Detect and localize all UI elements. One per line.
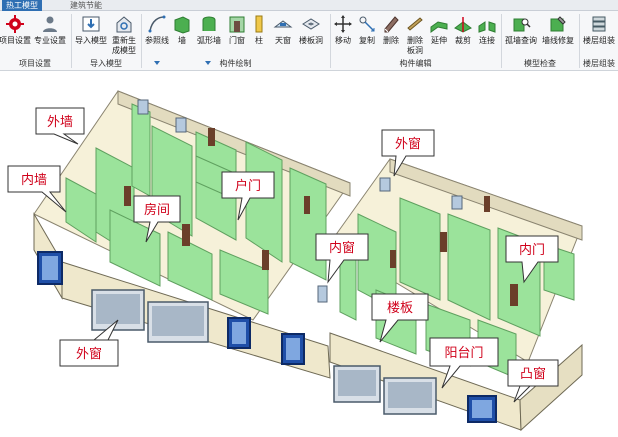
callout-bay-window: 凸窗 <box>520 366 546 382</box>
copy-icon <box>359 16 375 32</box>
floor-stack-icon <box>592 16 606 32</box>
callout-exterior-window-bottom: 外窗 <box>76 346 102 362</box>
building-refresh-icon <box>116 16 132 33</box>
regenerate-model-label: 重新生 <box>112 36 136 45</box>
isolated-wall-query-label: 孤墙查询 <box>505 36 537 45</box>
move-label: 移动 <box>335 36 351 45</box>
regenerate-model-button[interactable]: 重新生 成模型 <box>110 11 138 57</box>
trim-label: 裁剪 <box>455 36 471 45</box>
delete-slab-opening-button[interactable]: 删除 板洞 <box>404 11 426 57</box>
eraser-slab-icon <box>407 17 423 31</box>
door-window-icon <box>229 16 245 33</box>
connect-wall-icon <box>478 21 496 33</box>
skylight-button[interactable]: 天窗 <box>272 11 294 57</box>
column-icon <box>255 15 263 33</box>
delete-slab-opening-label: 删除 <box>407 36 423 45</box>
arc-wall-button[interactable]: 弧形墙 <box>194 11 224 57</box>
reference-line-label: 参照线 <box>145 36 169 45</box>
connect-label: 连接 <box>479 36 495 45</box>
group-label-component-drawing: 构件绘制 <box>219 59 252 68</box>
settings-person-icon <box>43 16 57 32</box>
eraser-icon <box>384 16 399 33</box>
callout-interior-window: 内窗 <box>329 240 355 256</box>
isolated-wall-query-button[interactable]: 孤墙查询 <box>504 11 538 57</box>
wall-button[interactable]: 墙 <box>172 11 192 57</box>
arc-wall-label: 弧形墙 <box>197 36 221 45</box>
import-model-button[interactable]: 导入模型 <box>74 11 108 57</box>
column-button[interactable]: 柱 <box>250 11 268 57</box>
group-label-component-editing: 构件编辑 <box>399 59 432 68</box>
trim-wall-icon <box>454 17 472 33</box>
callout-balcony-door: 阳台门 <box>444 346 483 361</box>
slab-hole-icon <box>302 18 320 30</box>
connect-button[interactable]: 连接 <box>476 11 498 57</box>
extend-label: 延伸 <box>431 36 447 45</box>
move-arrows-icon <box>334 15 352 33</box>
ribbon-tab-bar: 热工模型 建筑节能 <box>0 0 618 11</box>
skylight-label: 天窗 <box>275 36 291 45</box>
trim-button[interactable]: 裁剪 <box>452 11 474 57</box>
column-label: 柱 <box>255 36 263 45</box>
ribbon-toolbar: 项目设置 专业设置 导入模型 重新生 成模型 参照线 墙 弧形墙 门窗 柱 天窗… <box>0 11 618 71</box>
floor-opening-button[interactable]: 楼板洞 <box>296 11 326 57</box>
professional-settings-button[interactable]: 专业设置 <box>32 11 68 57</box>
wall-query-icon <box>513 18 531 32</box>
skylight-icon <box>273 20 293 28</box>
tab-building-energy[interactable]: 建筑节能 <box>66 0 106 11</box>
delete-slab-opening-label-line2: 板洞 <box>407 46 423 55</box>
gear-red-icon <box>6 15 24 33</box>
group-label-project-settings: 项目设置 <box>19 59 51 68</box>
arc-line-icon <box>148 15 166 33</box>
project-settings-button[interactable]: 项目设置 <box>0 11 31 57</box>
callout-interior-door: 内门 <box>519 242 545 258</box>
floor-opening-label: 楼板洞 <box>299 36 323 45</box>
callout-room: 房间 <box>144 202 170 218</box>
extend-button[interactable]: 延伸 <box>428 11 450 57</box>
callout-unit-door: 户门 <box>235 178 261 194</box>
group-label-model-check: 模型检查 <box>524 59 556 68</box>
arc-wall-icon <box>202 16 216 31</box>
delete-button[interactable]: 删除 <box>380 11 402 57</box>
door-window-label: 门窗 <box>229 36 245 45</box>
professional-settings-label: 专业设置 <box>34 36 66 45</box>
wall-repair-icon <box>550 16 566 32</box>
floor-assembly-button[interactable]: 楼层组装 <box>581 11 617 57</box>
model-viewport[interactable]: 外墙 内墙 房间 户门 外窗 内窗 内门 楼板 阳台门 外窗 凸窗 <box>0 72 618 437</box>
group-label-floor-assembly: 楼层组装 <box>583 59 615 68</box>
callout-exterior-window-top: 外窗 <box>395 136 421 152</box>
reference-line-button[interactable]: 参照线 <box>144 11 170 57</box>
import-model-label: 导入模型 <box>75 36 107 45</box>
building-3d-model: 外墙 内墙 房间 户门 外窗 内窗 内门 楼板 阳台门 外窗 凸窗 <box>7 90 583 432</box>
import-icon <box>82 16 100 32</box>
callout-exterior-wall: 外墙 <box>47 115 73 130</box>
door-window-button[interactable]: 门窗 <box>226 11 248 57</box>
delete-label: 删除 <box>383 36 399 45</box>
copy-label: 复制 <box>359 36 375 45</box>
floor-assembly-label: 楼层组装 <box>583 36 615 45</box>
callout-interior-wall: 内墙 <box>21 172 47 188</box>
group-label-import-model: 导入模型 <box>90 59 122 68</box>
tab-thermal-model[interactable]: 热工模型 <box>2 0 42 11</box>
wall-icon <box>174 16 190 34</box>
callout-slab: 楼板 <box>387 301 413 316</box>
wall-line-repair-label: 墙线修复 <box>542 36 574 45</box>
wall-line-repair-button[interactable]: 墙线修复 <box>540 11 576 57</box>
move-button[interactable]: 移动 <box>332 11 354 57</box>
extend-wall-icon <box>430 21 448 33</box>
copy-button[interactable]: 复制 <box>356 11 378 57</box>
regenerate-model-label-line2: 成模型 <box>112 46 136 55</box>
wall-label: 墙 <box>178 36 186 45</box>
project-settings-label: 项目设置 <box>0 36 31 45</box>
